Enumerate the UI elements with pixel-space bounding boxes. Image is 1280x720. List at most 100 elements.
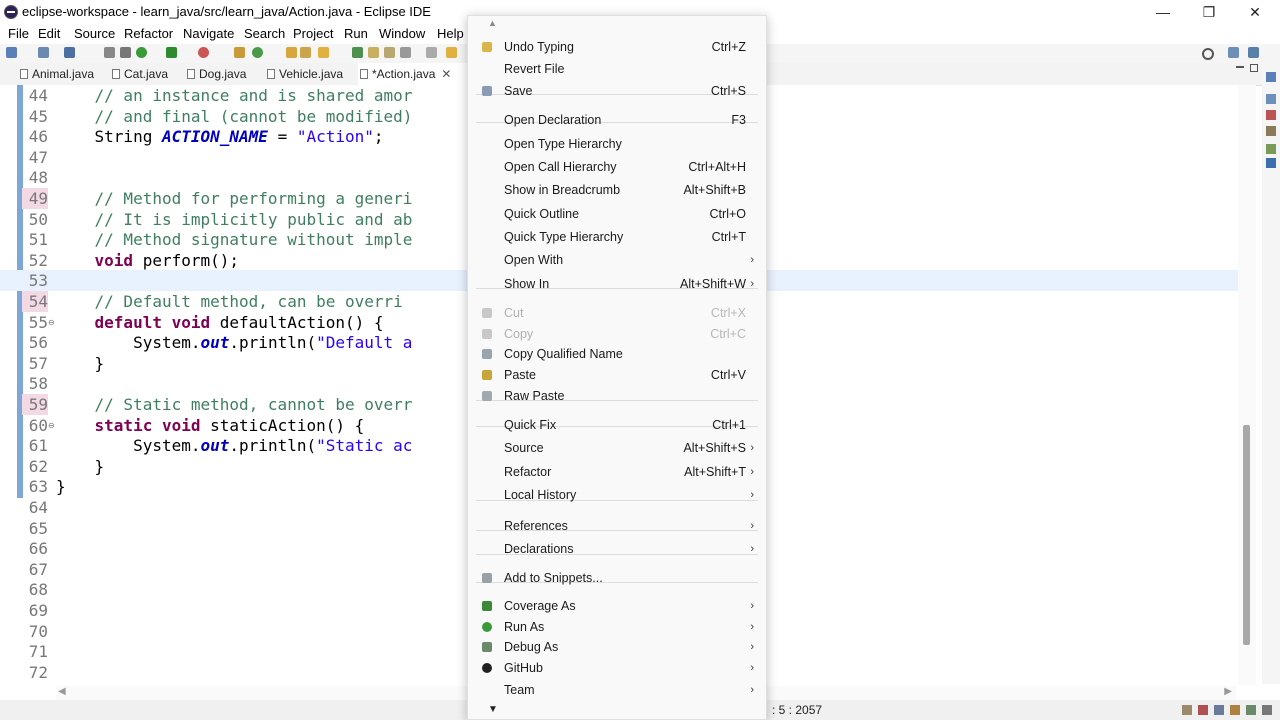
- problems-icon[interactable]: [1266, 110, 1276, 120]
- open-type-icon[interactable]: [286, 47, 297, 58]
- menu-item-label: Open Type Hierarchy: [504, 137, 622, 151]
- menu-item-open-declaration[interactable]: Open Declaration F3: [468, 110, 766, 130]
- tab-dog-java[interactable]: Dog.java: [185, 63, 246, 85]
- menu-search[interactable]: Search: [244, 26, 285, 41]
- menu-item-label: Show In: [504, 277, 550, 291]
- block-select-icon[interactable]: [400, 47, 411, 58]
- print-icon[interactable]: [64, 47, 75, 58]
- menu-item-copy[interactable]: Copy Ctrl+C: [468, 324, 766, 344]
- status-icon: [1182, 705, 1192, 715]
- tab-animal-java[interactable]: Animal.java: [18, 63, 94, 85]
- menu-item-label: Source: [504, 441, 544, 455]
- fold-icon[interactable]: ⊖: [48, 415, 55, 436]
- search-flash-icon[interactable]: [318, 47, 329, 58]
- menu-item-label: Open With: [504, 253, 564, 267]
- menu-edit[interactable]: Edit: [38, 26, 60, 41]
- menu-item-open-type-hierarchy[interactable]: Open Type Hierarchy: [468, 134, 766, 154]
- menu-item-coverage-as[interactable]: Coverage As ›: [468, 596, 766, 616]
- save-icon[interactable]: [38, 47, 49, 58]
- outline-icon[interactable]: [1266, 72, 1276, 82]
- menu-item-shortcut: Ctrl+1: [712, 418, 746, 432]
- minimize-view-icon[interactable]: [1236, 66, 1244, 68]
- menu-item-team[interactable]: Team ›: [468, 680, 766, 700]
- menu-item-refactor[interactable]: Refactor Alt+Shift+T ›: [468, 462, 766, 482]
- menu-item-debug-as[interactable]: Debug As ›: [468, 637, 766, 657]
- menu-item-references[interactable]: References ›: [468, 516, 766, 536]
- java-file-icon: [267, 69, 275, 79]
- scrollbar-thumb[interactable]: [1243, 425, 1250, 645]
- toggle-mark-icon[interactable]: [368, 47, 379, 58]
- menu-item-run-as[interactable]: Run As ›: [468, 617, 766, 637]
- minimize-button[interactable]: —: [1140, 0, 1186, 24]
- line-number: 55: [28, 312, 48, 332]
- maximize-view-icon[interactable]: [1250, 64, 1258, 72]
- tab-cat-java[interactable]: Cat.java: [110, 63, 168, 85]
- vertical-scrollbar[interactable]: [1238, 85, 1256, 685]
- line-number: 49: [22, 188, 48, 209]
- menu-item-label: Quick Outline: [504, 207, 580, 221]
- menu-item-copy-qualified-name[interactable]: Copy Qualified Name: [468, 344, 766, 364]
- debug-icon: [482, 642, 492, 652]
- scroll-down-icon[interactable]: ▼: [488, 704, 498, 715]
- run-icon[interactable]: [136, 47, 147, 58]
- line-number: 59: [22, 394, 48, 415]
- whitespace-icon[interactable]: [384, 47, 395, 58]
- coverage-icon[interactable]: [166, 47, 177, 58]
- menu-refactor[interactable]: Refactor: [124, 26, 173, 41]
- new-class-icon[interactable]: [252, 47, 263, 58]
- menu-item-quick-outline[interactable]: Quick Outline Ctrl+O: [468, 204, 766, 224]
- menu-item-quick-type-hierarchy[interactable]: Quick Type Hierarchy Ctrl+T: [468, 227, 766, 247]
- menu-item-undo-typing[interactable]: Undo Typing Ctrl+Z: [468, 37, 766, 57]
- menu-file[interactable]: File: [8, 26, 29, 41]
- java-perspective-icon[interactable]: [1248, 47, 1259, 58]
- menu-help[interactable]: Help: [437, 26, 464, 41]
- menu-item-revert-file[interactable]: Revert File: [468, 59, 766, 79]
- tab-action-java[interactable]: *Action.java ✕: [358, 63, 468, 85]
- external-tools-icon[interactable]: [198, 47, 209, 58]
- tab-vehicle-java[interactable]: Vehicle.java: [265, 63, 343, 85]
- console-icon[interactable]: [1266, 158, 1276, 168]
- menu-item-local-history[interactable]: Local History ›: [468, 485, 766, 505]
- menu-item-open-call-hierarchy[interactable]: Open Call Hierarchy Ctrl+Alt+H: [468, 157, 766, 177]
- menu-item-paste[interactable]: Paste Ctrl+V: [468, 365, 766, 385]
- menu-project[interactable]: Project: [293, 26, 333, 41]
- menu-item-raw-paste[interactable]: Raw Paste: [468, 386, 766, 406]
- menu-window[interactable]: Window: [379, 26, 425, 41]
- scroll-right-icon[interactable]: ▶: [1224, 686, 1232, 697]
- annotation-next-icon[interactable]: [352, 47, 363, 58]
- perspective-icon[interactable]: [1228, 47, 1239, 58]
- menu-source[interactable]: Source: [74, 26, 115, 41]
- menu-navigate[interactable]: Navigate: [183, 26, 234, 41]
- menu-item-source[interactable]: Source Alt+Shift+S ›: [468, 438, 766, 458]
- maximize-button[interactable]: ❐: [1186, 0, 1232, 24]
- close-button[interactable]: ✕: [1232, 0, 1278, 24]
- javadoc-icon[interactable]: [1266, 126, 1276, 136]
- gear-icon[interactable]: [120, 47, 131, 58]
- show-whitespace-icon[interactable]: [426, 47, 437, 58]
- debug-settings-icon[interactable]: [104, 47, 115, 58]
- close-tab-icon[interactable]: ✕: [441, 67, 451, 81]
- menu-item-show-in-breadcrumb[interactable]: Show in Breadcrumb Alt+Shift+B: [468, 180, 766, 200]
- menu-item-add-to-snippets[interactable]: Add to Snippets...: [468, 568, 766, 588]
- menu-item-save[interactable]: Save Ctrl+S: [468, 81, 766, 101]
- menu-item-declarations[interactable]: Declarations ›: [468, 539, 766, 559]
- fold-icon[interactable]: ⊖: [48, 312, 55, 333]
- submenu-arrow-icon: ›: [750, 254, 754, 266]
- declaration-icon[interactable]: [1266, 144, 1276, 154]
- menu-item-cut[interactable]: Cut Ctrl+X: [468, 303, 766, 323]
- menu-run[interactable]: Run: [344, 26, 368, 41]
- menu-item-show-in[interactable]: Show In Alt+Shift+W ›: [468, 274, 766, 294]
- scroll-up-icon[interactable]: ▲: [488, 18, 497, 28]
- code-text: // Method for performing a generi: [94, 189, 413, 208]
- menu-item-open-with[interactable]: Open With ›: [468, 250, 766, 270]
- back-icon[interactable]: [446, 47, 457, 58]
- menu-item-github[interactable]: GitHub ›: [468, 658, 766, 678]
- new-icon[interactable]: [6, 47, 17, 58]
- open-task-icon[interactable]: [300, 47, 311, 58]
- search-icon[interactable]: [1202, 48, 1214, 60]
- new-package-icon[interactable]: [234, 47, 245, 58]
- task-list-icon[interactable]: [1266, 94, 1276, 104]
- line-number: 68: [28, 580, 48, 600]
- scroll-left-icon[interactable]: ◀: [58, 686, 66, 697]
- menu-item-quick-fix[interactable]: Quick Fix Ctrl+1: [468, 415, 766, 435]
